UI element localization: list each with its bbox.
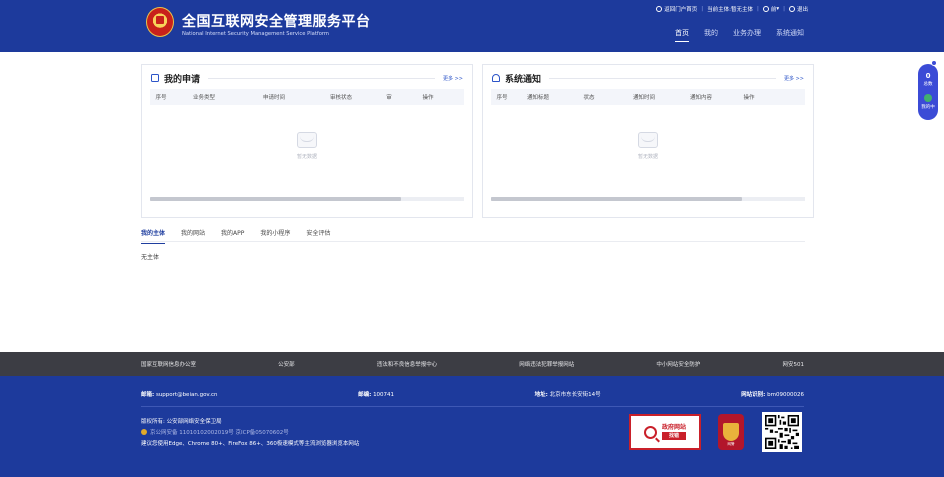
system-notifications-card: 系统通知 更多 >> 序号 通知标题 状态 通知时间 通知内容 操作 暂无数据 <box>482 64 814 218</box>
column-header: 状态 <box>583 95 595 101</box>
top-utility-bar: 返回门户首页 | 当前主体: 暂无主体 | 前 ▾ | 退出 <box>656 5 808 13</box>
subject-tabs: 我的主体 我的网站 我的APP 我的小程序 安全评估 <box>141 228 805 244</box>
footer-link[interactable]: 网络违法犯罪举报网站 <box>519 360 574 368</box>
empty-box-icon <box>297 132 317 148</box>
notification-dot <box>931 60 937 66</box>
footer-address: 地址: 北京市东长安街14号 <box>534 392 601 398</box>
separator: | <box>701 6 704 12</box>
police-badge-icon <box>141 429 147 435</box>
footer-link-bar: 国家互联网信息办公室 公安部 违法和不良信息举报中心 网络违法犯罪举报网站 中小… <box>0 352 944 376</box>
table-header: 序号 业务类型 申请时间 审核状态 审 操作 <box>150 89 464 105</box>
card-header: 我的申请 更多 >> <box>151 72 463 85</box>
column-header: 审 <box>386 95 392 101</box>
tab-security-assessment[interactable]: 安全评估 <box>306 228 330 241</box>
empty-text: 暂无数据 <box>637 154 658 160</box>
site-title: 全国互联网安全管理服务平台 <box>182 14 371 30</box>
power-icon <box>788 6 795 12</box>
divider <box>549 77 777 79</box>
tab-content-text: 无主体 <box>141 254 160 261</box>
empty-text: 暂无数据 <box>296 154 317 160</box>
footer-zip: 邮编: 100741 <box>358 392 395 398</box>
empty-box-icon <box>638 132 658 148</box>
card-header: 系统通知 更多 >> <box>492 72 804 85</box>
column-header: 序号 <box>496 95 508 101</box>
empty-state: 暂无数据 <box>491 105 805 213</box>
divider <box>208 77 436 79</box>
column-header: 通知内容 <box>689 95 712 101</box>
bell-icon <box>492 74 500 82</box>
current-subject-label: 当前主体: <box>707 7 731 13</box>
card-title: 我的申请 <box>164 74 201 85</box>
footer-site-id: 网站识别: bm09000026 <box>741 392 804 398</box>
separator: | <box>756 6 759 12</box>
tab-my-app[interactable]: 我的APP <box>221 228 244 241</box>
my-applications-card: 我的申请 更多 >> 序号 业务类型 申请时间 审核状态 审 操作 暂无数据 <box>141 64 473 218</box>
separator: | <box>783 6 785 12</box>
column-header: 审核状态 <box>329 95 352 101</box>
column-header: 业务类型 <box>192 95 215 101</box>
floating-stats-widget[interactable]: 0 总数 我的中 <box>918 60 938 120</box>
total-count: 0 <box>925 72 931 80</box>
police-badge-label: 网警 <box>727 442 735 446</box>
document-icon <box>151 74 159 82</box>
tab-my-subject[interactable]: 我的主体 <box>141 228 166 244</box>
user-icon <box>762 6 769 12</box>
footer-link[interactable]: 违法和不良信息举报中心 <box>377 360 438 368</box>
card-title: 系统通知 <box>505 74 542 85</box>
footer: 邮箱: support@beian.gov.cn 邮编: 100741 地址: … <box>0 376 944 477</box>
nav-home[interactable]: 首页 <box>675 28 689 42</box>
qr-code <box>762 412 802 452</box>
gov-badge-text: 政府网站 找错 <box>661 424 686 440</box>
nav-mine[interactable]: 我的 <box>704 28 718 42</box>
portal-home-link[interactable]: 返回门户首页 <box>664 5 697 13</box>
chevron-down-icon[interactable]: ▾ <box>776 6 779 12</box>
home-icon <box>656 6 663 12</box>
footer-link[interactable]: 中小网站安全防护 <box>656 360 700 368</box>
more-link[interactable]: 更多 >> <box>443 75 463 82</box>
cyber-police-badge[interactable]: 网警 <box>718 414 744 450</box>
more-link[interactable]: 更多 >> <box>784 75 804 82</box>
column-header: 序号 <box>155 95 167 101</box>
footer-divider <box>141 406 804 407</box>
logout-link[interactable]: 退出 <box>797 5 808 13</box>
scrollbar-thumb[interactable] <box>150 197 402 201</box>
current-subject-value[interactable]: 暂无主体 <box>731 5 753 13</box>
nav-notifications[interactable]: 系统通知 <box>776 28 804 42</box>
footer-link[interactable]: 国家互联网信息办公室 <box>141 360 196 368</box>
browser-tip: 建议您使用Edge、Chrome 80+、FireFox 86+、360极速模式… <box>141 441 360 447</box>
status-label: 我的中 <box>921 105 935 110</box>
magnifier-icon <box>643 425 657 439</box>
nav-business[interactable]: 业务办理 <box>733 28 761 42</box>
tab-my-mini-program[interactable]: 我的小程序 <box>260 228 290 241</box>
footer-link-row: 国家互联网信息办公室 公安部 违法和不良信息举报中心 网络违法犯罪举报网站 中小… <box>141 360 804 368</box>
column-header: 通知标题 <box>526 95 549 101</box>
footer-copyright-block: 版权所有: 公安部网络安全保卫局 京公网安备 11010102002019号 京… <box>141 417 359 450</box>
footer-link[interactable]: 网安501 <box>782 360 804 368</box>
scrollbar-thumb[interactable] <box>491 197 743 201</box>
footer-email: 邮箱: support@beian.gov.cn <box>141 392 218 398</box>
footer-contact-row: 邮箱: support@beian.gov.cn 邮编: 100741 地址: … <box>141 390 804 398</box>
filing-info: 京公网安备 11010102002019号 京ICP备05070602号 <box>141 428 359 439</box>
footer-link[interactable]: 公安部 <box>278 360 295 368</box>
column-header: 通知时间 <box>632 95 655 101</box>
tab-my-website[interactable]: 我的网站 <box>181 228 205 241</box>
qr-code-icon <box>765 415 799 449</box>
site-subtitle: National Internet Security Management Se… <box>182 31 329 37</box>
shield-icon <box>723 423 739 441</box>
copyright-text: 版权所有: 公安部网络安全保卫局 <box>141 419 222 425</box>
main-nav: 首页 我的 业务办理 系统通知 <box>675 28 804 42</box>
column-header: 申请时间 <box>262 95 285 101</box>
police-emblem-logo <box>146 7 174 37</box>
top-header: 全国互联网安全管理服务平台 National Internet Security… <box>0 0 944 52</box>
total-label: 总数 <box>923 82 933 87</box>
status-dot-icon <box>924 94 932 102</box>
gov-site-error-badge[interactable]: 政府网站 找错 <box>629 414 701 450</box>
horizontal-scrollbar[interactable] <box>491 197 805 201</box>
table-header: 序号 通知标题 状态 通知时间 通知内容 操作 <box>491 89 805 105</box>
horizontal-scrollbar[interactable] <box>150 197 464 201</box>
column-header: 操作 <box>422 95 434 101</box>
column-header: 操作 <box>743 95 755 101</box>
empty-state: 暂无数据 <box>150 105 464 213</box>
